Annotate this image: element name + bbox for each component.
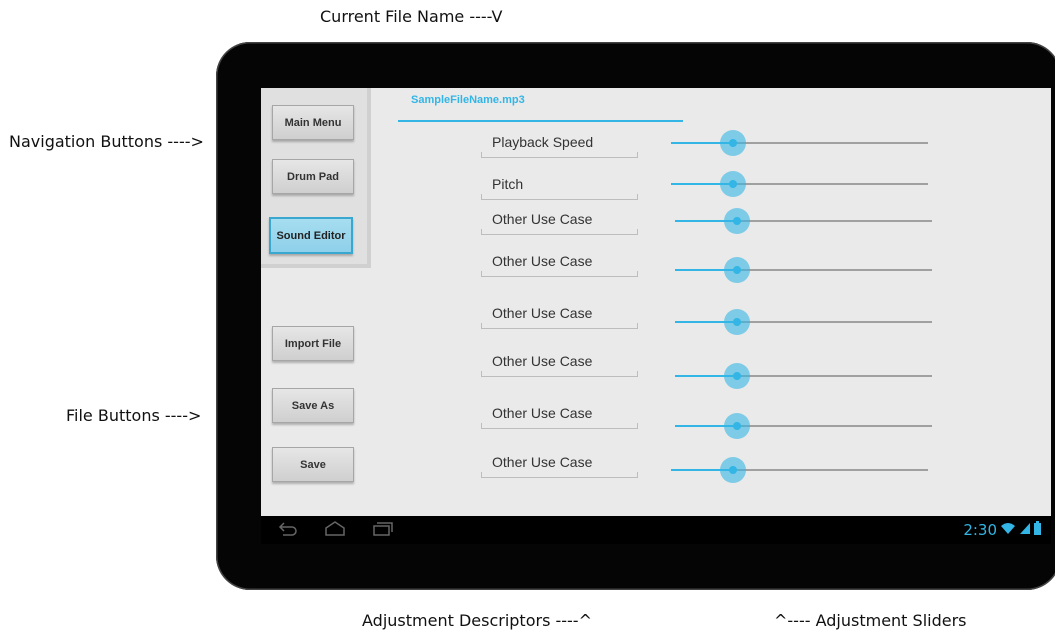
annotation-current-file-name: Current File Name ----V (320, 7, 503, 26)
save-button[interactable]: Save (272, 447, 354, 482)
main-menu-button[interactable]: Main Menu (272, 105, 354, 140)
adjustment-slider[interactable] (675, 362, 932, 390)
slider-thumb[interactable] (723, 208, 750, 234)
signal-icon (1019, 521, 1031, 539)
recent-apps-icon[interactable] (371, 520, 393, 538)
current-file-name: SampleFileName.mp3 (411, 94, 525, 106)
status-clock: 2:30 (963, 521, 997, 539)
adjustment-slider[interactable] (671, 129, 928, 157)
adjustment-label: Other Use Case (492, 454, 593, 470)
system-navigation-bar: 2:30 (261, 516, 1051, 544)
adjustment-label: Pitch (492, 176, 524, 192)
slider-thumb[interactable] (719, 130, 746, 156)
adjustment-label: Other Use Case (492, 305, 593, 321)
annotation-navigation-buttons: Navigation Buttons ----> (9, 132, 204, 151)
slider-thumb[interactable] (723, 309, 750, 335)
adjustment-descriptor: Other Use Case (481, 211, 638, 235)
annotation-file-buttons: File Buttons ----> (66, 406, 202, 425)
battery-icon (1034, 521, 1041, 539)
adjustment-descriptor: Playback Speed (481, 134, 638, 158)
save-as-button[interactable]: Save As (272, 388, 354, 423)
drum-pad-button[interactable]: Drum Pad (272, 159, 354, 194)
adjustment-label: Other Use Case (492, 353, 593, 369)
adjustment-label: Other Use Case (492, 211, 593, 227)
sound-editor-button[interactable]: Sound Editor (269, 217, 353, 254)
adjustment-label: Other Use Case (492, 253, 593, 269)
annotation-adjustment-descriptors: Adjustment Descriptors ----^ (362, 611, 592, 630)
back-icon[interactable] (277, 520, 299, 538)
adjustment-descriptor: Other Use Case (481, 454, 638, 478)
adjustment-descriptor: Other Use Case (481, 405, 638, 429)
adjustment-descriptor: Other Use Case (481, 305, 638, 329)
import-file-button[interactable]: Import File (272, 326, 354, 361)
wifi-icon (1000, 521, 1016, 539)
adjustment-descriptor: Pitch (481, 176, 638, 200)
adjustment-label: Other Use Case (492, 405, 593, 421)
adjustment-label: Playback Speed (492, 134, 594, 150)
adjustment-slider[interactable] (671, 170, 928, 198)
adjustment-descriptor: Other Use Case (481, 353, 638, 377)
slider-thumb[interactable] (723, 363, 750, 389)
adjustment-slider[interactable] (675, 256, 932, 284)
adjustment-slider[interactable] (671, 456, 928, 484)
adjustment-descriptor: Other Use Case (481, 253, 638, 277)
slider-thumb[interactable] (719, 171, 746, 197)
adjustment-slider[interactable] (675, 308, 932, 336)
annotation-adjustment-sliders: ^---- Adjustment Sliders (774, 611, 967, 630)
home-icon[interactable] (323, 520, 347, 538)
slider-thumb[interactable] (723, 413, 750, 439)
slider-thumb[interactable] (723, 257, 750, 283)
file-name-underline (398, 120, 683, 122)
adjustment-slider[interactable] (675, 207, 932, 235)
adjustment-slider[interactable] (675, 412, 932, 440)
slider-thumb[interactable] (719, 457, 746, 483)
app-screen: Main Menu Drum Pad Sound Editor Import F… (261, 88, 1051, 516)
